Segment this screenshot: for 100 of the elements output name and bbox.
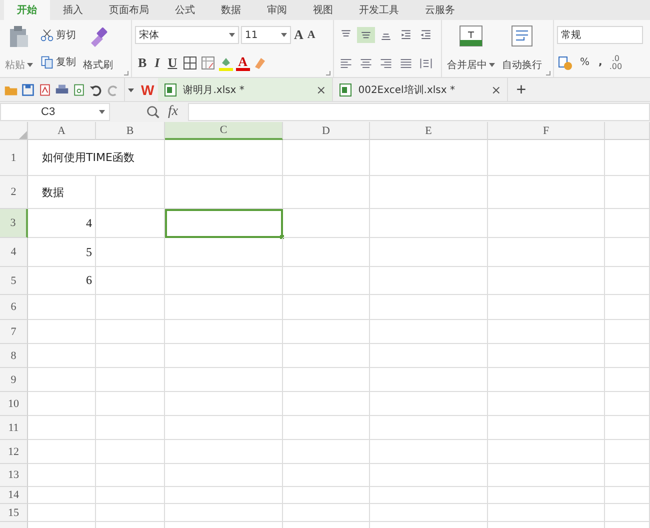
menu-tab[interactable]: 插入 — [50, 0, 96, 20]
table-cell — [96, 416, 165, 440]
borders-icon[interactable] — [182, 54, 198, 71]
column-header[interactable]: C — [165, 122, 283, 140]
table-cell — [96, 487, 165, 504]
column-header[interactable]: F — [488, 122, 605, 140]
caret-icon — [281, 33, 287, 38]
copy-icon — [40, 55, 54, 70]
italic-button[interactable]: I — [152, 54, 163, 71]
scissors-icon — [40, 28, 54, 42]
menu-tab[interactable]: 开发工具 — [346, 0, 412, 20]
row-header[interactable]: 1 — [0, 140, 28, 176]
justify-icon[interactable] — [399, 56, 413, 70]
table-cell — [605, 209, 650, 238]
table-cell — [28, 295, 96, 320]
undo-icon[interactable] — [89, 82, 103, 96]
table-cell — [96, 464, 165, 487]
caret-icon — [99, 110, 105, 114]
menu-tab[interactable]: 审阅 — [254, 0, 300, 20]
row-header[interactable]: 14 — [0, 487, 28, 504]
table-cell: 4 — [28, 209, 96, 238]
print-icon[interactable] — [55, 82, 69, 96]
column-header[interactable]: B — [96, 122, 165, 140]
menu-tab[interactable]: 云服务 — [412, 0, 468, 20]
cut-button[interactable]: 剪切 — [38, 26, 78, 43]
comma-button[interactable]: , — [596, 56, 604, 70]
print-preview-icon[interactable] — [72, 82, 86, 96]
caret-icon — [27, 63, 33, 67]
row-header[interactable]: 6 — [0, 295, 28, 320]
row-header[interactable]: 5 — [0, 267, 28, 295]
table-cell: 如何使用TIME函数 — [28, 140, 165, 176]
table-cell — [605, 392, 650, 416]
table-cell — [28, 344, 96, 368]
dialog-launcher-icon[interactable] — [325, 70, 331, 76]
name-box[interactable]: C3 — [0, 103, 110, 121]
caret-icon — [229, 33, 235, 38]
table-cell — [605, 440, 650, 464]
align-center-icon[interactable] — [359, 56, 373, 70]
column-header[interactable]: A — [28, 122, 96, 140]
row-header[interactable]: 4 — [0, 238, 28, 267]
spreadsheet-file-icon — [164, 82, 178, 96]
zoom-icon[interactable] — [146, 105, 160, 119]
function-button[interactable]: fx — [168, 104, 178, 120]
bold-button[interactable]: B — [135, 54, 150, 71]
table-cell — [28, 464, 96, 487]
row-header[interactable]: 12 — [0, 440, 28, 464]
table-cell — [96, 267, 165, 295]
underline-button[interactable]: U — [164, 54, 180, 71]
lines-icon — [419, 28, 433, 42]
table-cell — [605, 368, 650, 392]
menu-tab[interactable]: 视图 — [300, 0, 346, 20]
number-format-dropdown[interactable]: 常规 — [557, 26, 643, 44]
font-size-dropdown[interactable]: 11 — [241, 26, 291, 44]
cell-style-icon[interactable] — [200, 54, 216, 71]
row-header[interactable]: 3 — [0, 209, 28, 238]
row-header[interactable]: 8 — [0, 344, 28, 368]
table-cell — [605, 464, 650, 487]
copy-button[interactable]: 复制 — [38, 54, 78, 70]
pdf-icon[interactable] — [38, 82, 52, 96]
formula-input[interactable] — [188, 103, 650, 121]
font-color-button[interactable]: A — [236, 54, 250, 71]
row-header[interactable]: 13 — [0, 464, 28, 487]
close-tab-button[interactable]: × — [491, 82, 502, 96]
align-left-icon[interactable] — [339, 56, 353, 70]
menu-tab[interactable]: 页面布局 — [96, 0, 162, 20]
merge-center-button[interactable]: 合并居中 — [445, 23, 497, 74]
row-header[interactable]: 2 — [0, 176, 28, 209]
row-header[interactable]: 15 — [0, 504, 28, 522]
column-header[interactable]: D — [283, 122, 370, 140]
close-tab-button[interactable]: × — [316, 82, 326, 96]
row-header[interactable]: 10 — [0, 392, 28, 416]
row-header[interactable]: 7 — [0, 320, 28, 344]
document-tab[interactable]: 谢明月.xlsx * × — [158, 78, 334, 101]
dialog-launcher-icon[interactable] — [123, 70, 129, 76]
wrap-text-button[interactable]: 自动换行 — [500, 23, 544, 74]
currency-icon[interactable] — [557, 54, 573, 71]
row-header[interactable]: 9 — [0, 368, 28, 392]
table-cell — [96, 176, 165, 209]
table-cell — [28, 368, 96, 392]
percent-button[interactable]: % — [578, 56, 592, 70]
decimal-button[interactable]: .0 .00 — [609, 54, 622, 71]
table-cell — [96, 368, 165, 392]
wrap-text-icon — [511, 25, 533, 47]
format-painter-button[interactable]: 格式刷 — [81, 23, 115, 74]
table-cell — [28, 487, 96, 504]
align-right-icon[interactable] — [379, 56, 393, 70]
column-header[interactable]: E — [370, 122, 488, 140]
menu-tab[interactable]: 公式 — [162, 0, 208, 20]
dialog-launcher-icon[interactable] — [545, 70, 551, 76]
font-name-dropdown[interactable]: 宋体 — [135, 26, 239, 44]
lines-icon — [399, 28, 413, 42]
distribute-icon[interactable] — [419, 56, 433, 70]
row-header[interactable]: 11 — [0, 416, 28, 440]
align-button[interactable] — [357, 26, 375, 43]
new-tab-button[interactable]: + — [508, 78, 534, 101]
table-cell — [96, 320, 165, 344]
menu-tab[interactable]: 数据 — [208, 0, 254, 20]
decrease-font-button[interactable]: A — [306, 29, 316, 42]
increase-font-button[interactable]: A — [293, 27, 304, 44]
save-icon[interactable] — [21, 82, 35, 96]
